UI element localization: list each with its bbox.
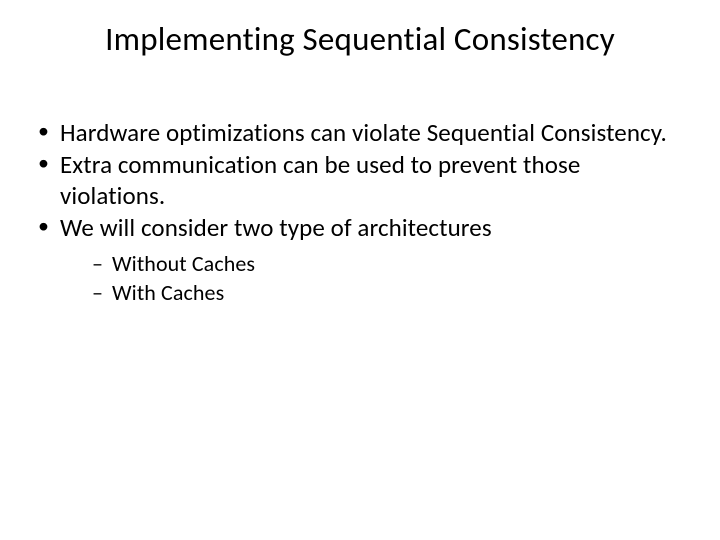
sub-bullet-text: Without Caches xyxy=(112,250,255,277)
bullet-item: Extra communication can be used to preve… xyxy=(34,150,686,211)
sub-bullet-item: Without Caches xyxy=(90,250,686,278)
slide-title: Implementing Sequential Consistency xyxy=(0,20,720,60)
bullet-item: Hardware optimizations can violate Seque… xyxy=(34,118,686,149)
sub-bullet-item: With Caches xyxy=(90,279,686,307)
bullet-list: Hardware optimizations can violate Seque… xyxy=(34,118,686,307)
sub-bullet-text: With Caches xyxy=(112,279,224,306)
bullet-text: Hardware optimizations can violate Seque… xyxy=(60,117,667,148)
bullet-item: We will consider two type of architectur… xyxy=(34,213,686,307)
bullet-text: We will consider two type of architectur… xyxy=(60,212,492,243)
slide-content: Hardware optimizations can violate Seque… xyxy=(0,118,720,307)
bullet-text: Extra communication can be used to preve… xyxy=(60,149,580,211)
sub-bullet-list: Without Caches With Caches xyxy=(60,250,686,307)
slide: Implementing Sequential Consistency Hard… xyxy=(0,0,720,540)
